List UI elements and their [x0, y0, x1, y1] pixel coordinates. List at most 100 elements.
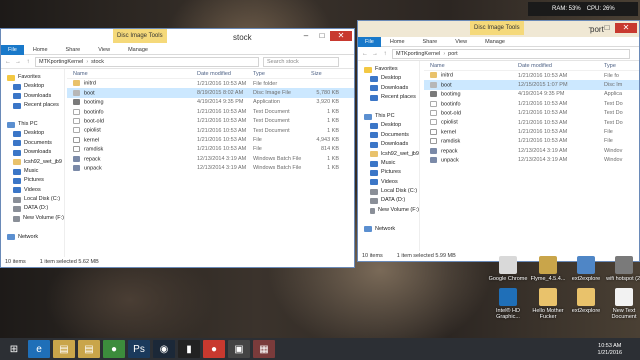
ie-icon[interactable]: e — [28, 340, 50, 358]
ribbon-tab-file[interactable]: File — [358, 36, 381, 47]
file-row[interactable]: initrd 1/21/2016 10:53 AM File fo — [424, 71, 639, 80]
desktop-icon-item[interactable]: ext2explore — [566, 288, 606, 314]
file-row[interactable]: kernel 1/21/2016 10:53 AM File — [424, 127, 639, 136]
ribbon-tab-view[interactable]: View — [446, 37, 476, 47]
file-row[interactable]: initrd 1/21/2016 10:53 AM File folder — [67, 79, 354, 88]
minimize-button[interactable]: – — [583, 23, 599, 33]
desktop-icon-item[interactable]: Hello Mother Fucker — [528, 288, 568, 320]
up-arrow-icon[interactable]: ↑ — [23, 59, 33, 65]
nav-item[interactable]: Downloads — [358, 84, 419, 93]
nav-item[interactable]: Documents — [358, 131, 419, 140]
file-row[interactable]: unpack 12/13/2014 3:19 AM Windov — [424, 156, 639, 165]
nav-item[interactable]: Desktop — [358, 121, 419, 130]
file-row[interactable]: boot-old 1/21/2016 10:53 AM Text Do — [424, 109, 639, 118]
ribbon-tab-file[interactable]: File — [1, 44, 24, 55]
desktop-icon-item[interactable]: New Text Document — [604, 288, 640, 320]
name-column-header[interactable]: Name — [67, 71, 197, 77]
nav-item[interactable]: Favorites — [358, 65, 419, 74]
nav-item[interactable]: lcsh92_wet_jb9 — [358, 150, 419, 159]
explorer-window-stock[interactable]: Disc Image Tools stock – □ ✕ File Home Sha… — [0, 28, 355, 268]
address-bar[interactable]: MTKportingKernel › port — [392, 48, 630, 59]
close-button[interactable]: ✕ — [615, 23, 637, 33]
file-row[interactable]: cpiolist 1/21/2016 10:53 AM Text Document 1… — [67, 126, 354, 135]
address-bar[interactable]: MTKportingKernel › stock — [35, 56, 259, 67]
file-row[interactable]: repack 12/13/2014 3:19 AM Windows Batch Fi… — [67, 154, 354, 163]
nav-item[interactable]: Music — [358, 159, 419, 168]
photoshop-icon[interactable]: Ps — [128, 340, 150, 358]
up-arrow-icon[interactable]: ↑ — [380, 51, 390, 57]
chrome-icon[interactable]: ● — [103, 340, 125, 358]
file-row[interactable]: bootinfo 1/21/2016 10:53 AM Text Document 1… — [67, 107, 354, 116]
breadcrumb-parent[interactable]: MTKportingKernel — [396, 51, 440, 57]
search-input[interactable]: Search stock — [263, 56, 339, 67]
desktop-icon-item[interactable]: wifi hotspot (2) — [604, 256, 640, 282]
nav-item[interactable]: This PC — [358, 112, 419, 121]
steam-icon[interactable]: ◉ — [153, 340, 175, 358]
nav-item[interactable]: New Volume (F:) — [358, 206, 419, 215]
nav-item[interactable]: Downloads — [1, 92, 64, 101]
file-row[interactable]: boot 8/19/2015 8:02 AM Disc Image File 5,78… — [67, 88, 354, 98]
terminal-icon[interactable]: ▮ — [178, 340, 200, 358]
nav-item[interactable]: Downloads — [1, 148, 64, 157]
nav-item[interactable]: Pictures — [1, 176, 64, 185]
date-column-header[interactable]: Date modified — [197, 71, 253, 77]
nav-item[interactable]: Desktop — [1, 129, 64, 138]
name-column-header[interactable]: Name — [424, 63, 518, 69]
nav-item[interactable]: Videos — [358, 178, 419, 187]
ribbon-tab-home[interactable]: Home — [24, 45, 57, 55]
file-row[interactable]: ramdisk 1/21/2016 10:53 AM File 814 KB — [67, 145, 354, 154]
ribbon-tab-view[interactable]: View — [89, 45, 119, 55]
nav-item[interactable]: Recent places — [1, 101, 64, 110]
title-bar[interactable]: Disc Image Tools stock – □ ✕ File Home Sha… — [1, 29, 354, 55]
nav-item[interactable]: DATA (D:) — [1, 204, 64, 213]
breadcrumb-current[interactable]: port — [448, 51, 457, 57]
file-row[interactable]: cpiolist 1/21/2016 10:53 AM Text Do — [424, 118, 639, 127]
back-arrow-icon[interactable]: ← — [3, 59, 13, 65]
file-row[interactable]: boot-old 1/21/2016 10:53 AM Text Document 1… — [67, 117, 354, 126]
explorer-window-port[interactable]: Disc Image Tools port – □ ✕ File Home Shar… — [357, 20, 640, 262]
desktop-icon-item[interactable]: Flyme_4.5.4... — [528, 256, 568, 282]
ribbon-tab-share[interactable]: Share — [414, 37, 447, 47]
type-column-header[interactable]: Type — [604, 63, 638, 69]
nav-item[interactable]: Local Disk (C:) — [358, 187, 419, 196]
forward-arrow-icon[interactable]: → — [370, 51, 380, 57]
size-column-header[interactable]: Size — [311, 71, 339, 77]
nav-item[interactable]: New Volume (F:) — [1, 214, 64, 223]
desktop-icon-item[interactable]: ext2explore — [566, 256, 606, 282]
file-row[interactable]: bootimg 4/19/2014 9:35 PM Applica — [424, 90, 639, 99]
nav-item[interactable]: This PC — [1, 120, 64, 129]
nav-item[interactable]: Documents — [1, 139, 64, 148]
app-icon[interactable]: ▣ — [228, 340, 250, 358]
disc-image-tools-tab[interactable]: Disc Image Tools — [470, 21, 524, 35]
type-column-header[interactable]: Type — [253, 71, 311, 77]
nav-item[interactable]: Favorites — [1, 73, 64, 82]
taskbar-clock[interactable]: 10:53 AM 1/21/2016 — [598, 343, 622, 357]
file-row[interactable]: ramdisk 1/21/2016 10:53 AM File — [424, 137, 639, 146]
ribbon-tab-home[interactable]: Home — [381, 37, 414, 47]
ribbon-tab-manage[interactable]: Manage — [119, 45, 157, 55]
disc-image-tools-tab[interactable]: Disc Image Tools — [113, 29, 167, 43]
nav-item[interactable]: Network — [358, 225, 419, 234]
file-row[interactable]: bootimg 4/19/2014 9:35 PM Application 3,920… — [67, 98, 354, 107]
flag-icon[interactable]: ▦ — [253, 340, 275, 358]
close-button[interactable]: ✕ — [330, 31, 352, 41]
file-row[interactable]: bootinfo 1/21/2016 10:53 AM Text Do — [424, 99, 639, 108]
file-row[interactable]: boot 12/15/2015 1:07 PM Disc Im — [424, 80, 639, 90]
nav-item[interactable]: Desktop — [358, 74, 419, 83]
file-row[interactable]: unpack 12/13/2014 3:19 AM Windows Batch Fi… — [67, 164, 354, 173]
nav-item[interactable]: Local Disk (C:) — [1, 195, 64, 204]
forward-arrow-icon[interactable]: → — [13, 59, 23, 65]
ribbon-tab-share[interactable]: Share — [57, 45, 90, 55]
desktop-icon-item[interactable]: Google Chrome — [488, 256, 528, 282]
nav-item[interactable]: lcsh92_wet_jb9 — [1, 158, 64, 167]
maximize-button[interactable]: □ — [314, 31, 330, 41]
nav-item[interactable]: Music — [1, 167, 64, 176]
nav-item[interactable]: DATA (D:) — [358, 196, 419, 205]
nav-item[interactable]: Recent places — [358, 93, 419, 102]
file-row[interactable]: repack 12/13/2014 3:19 AM Windov — [424, 146, 639, 155]
file-row[interactable]: kernel 1/21/2016 10:53 AM File 4,943 KB — [67, 135, 354, 144]
nav-item[interactable]: Downloads — [358, 140, 419, 149]
minimize-button[interactable]: – — [298, 31, 314, 41]
breadcrumb-parent[interactable]: MTKportingKernel — [39, 59, 83, 65]
ribbon-tab-manage[interactable]: Manage — [476, 37, 514, 47]
